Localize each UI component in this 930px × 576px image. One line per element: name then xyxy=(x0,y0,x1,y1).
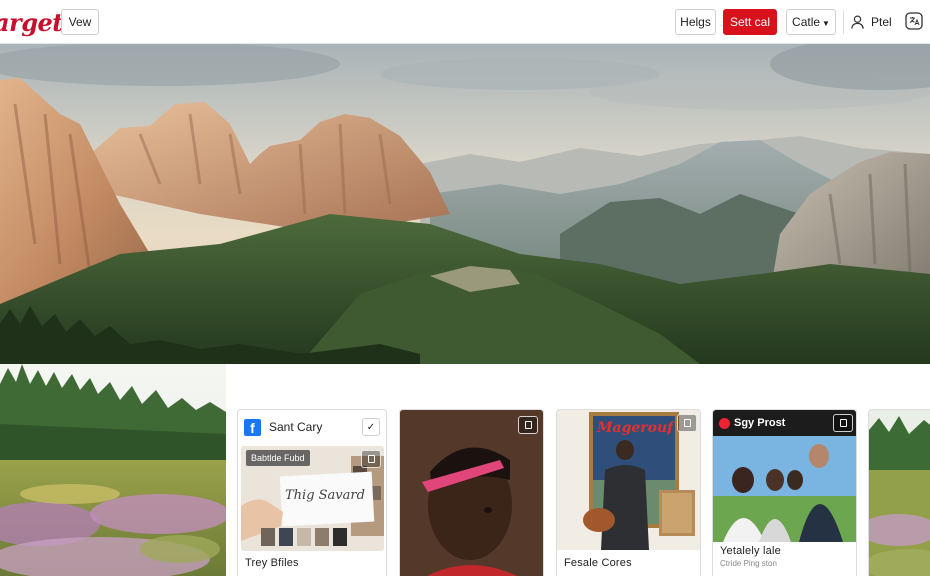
card-note-text: Thig Savard xyxy=(285,488,365,503)
card-poster-text: Magerouf xyxy=(597,420,674,436)
card-title: Yetalely lale xyxy=(720,545,781,557)
top-bar: arget Vew Helgs Sett cal Catle ▼ Ptel xyxy=(0,0,930,44)
content-card-5[interactable] xyxy=(868,409,930,576)
card-title: Fesale Cores xyxy=(564,557,632,569)
card-image xyxy=(713,436,856,542)
bookmark-icon[interactable] xyxy=(833,414,853,432)
category-dropdown-label: Catle xyxy=(792,15,821,29)
card-badge: Babtlde Fubd xyxy=(246,450,310,466)
card-image xyxy=(400,410,543,576)
content-card-4[interactable]: Sgy Prost Yetalely lale Ctride Ping ston xyxy=(712,409,857,576)
content-card-2[interactable] xyxy=(399,409,544,576)
divider xyxy=(843,10,844,34)
card-header: f Sant Cary ✓ xyxy=(238,410,386,444)
brand-dot-icon xyxy=(719,417,730,429)
bookmark-icon[interactable] xyxy=(677,414,697,432)
facebook-icon: f xyxy=(244,418,261,436)
card-header-label: Sgy Prost xyxy=(734,417,786,429)
card-title: Trey Bfiles xyxy=(245,557,299,569)
bookmark-icon[interactable] xyxy=(361,450,381,468)
content-card-1[interactable]: f Sant Cary ✓ Babtlde Fubd Thig Savard T… xyxy=(237,409,387,576)
user-icon xyxy=(851,15,864,29)
help-button[interactable]: Helgs xyxy=(675,9,716,35)
view-button[interactable]: Vew xyxy=(61,9,99,35)
card-header-label: Sant Cary xyxy=(269,420,323,434)
meadow-image[interactable] xyxy=(0,364,226,576)
hero-image xyxy=(0,44,930,364)
bookmark-icon[interactable] xyxy=(518,416,538,434)
language-icon[interactable] xyxy=(905,12,923,30)
card-image xyxy=(869,410,930,576)
chevron-down-icon: ▼ xyxy=(822,19,830,28)
user-label: Ptel xyxy=(871,15,892,29)
card-image: Magerouf xyxy=(557,410,700,550)
card-subtitle: Ctride Ping ston xyxy=(720,559,777,568)
user-menu[interactable]: Ptel xyxy=(850,12,892,32)
brand-logo[interactable]: arget xyxy=(0,8,63,37)
category-dropdown[interactable]: Catle ▼ xyxy=(786,9,836,35)
content-card-3[interactable]: Magerouf Fesale Cores xyxy=(556,409,701,576)
card-image: Babtlde Fubd Thig Savard xyxy=(241,446,384,551)
check-icon[interactable]: ✓ xyxy=(362,418,380,436)
primary-action-button[interactable]: Sett cal xyxy=(723,9,777,35)
